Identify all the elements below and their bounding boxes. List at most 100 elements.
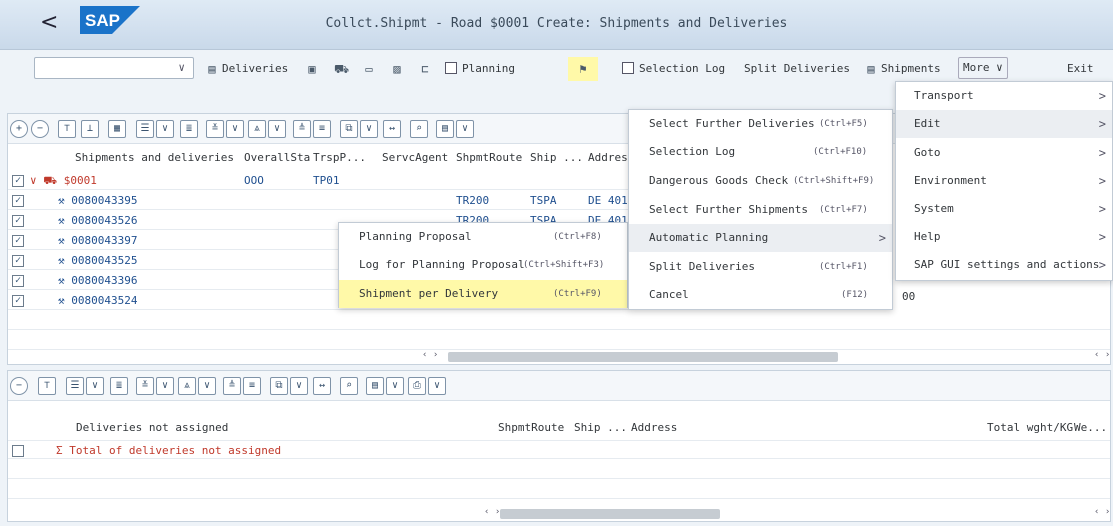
table-row[interactable]: ✓ ∨ ⛟ $0001 OOO TP01 [8, 171, 628, 190]
chevron-down-icon[interactable]: ∨ [290, 377, 308, 395]
command-dropdown[interactable]: ∨ [34, 57, 194, 79]
cancel-item[interactable]: Cancel (F12) [629, 281, 892, 309]
menu-item-goto[interactable]: Goto > [896, 139, 1112, 167]
row-checkbox[interactable]: ✓ [12, 215, 24, 227]
more-button[interactable]: More ∨ [958, 57, 1008, 79]
col-weight-unit[interactable]: We... [1074, 421, 1107, 434]
row-checkbox[interactable]: ✓ [12, 295, 24, 307]
column-width-icon[interactable]: ↔ [313, 377, 331, 395]
planning-checkbox[interactable]: Planning [445, 60, 515, 78]
subtree-icon[interactable]: ⊥ [81, 120, 99, 138]
export-icon[interactable]: ▤ [366, 377, 384, 395]
table-row[interactable]: ✓ ⚒ 0080043395 TR200 TSPA DE 4019 [8, 191, 634, 210]
sort-up-icon[interactable]: ⩓ [248, 120, 266, 138]
collapse-icon[interactable]: − [10, 377, 28, 395]
truck-icon[interactable]: ⛟ [334, 62, 349, 76]
col-deliveries-not-assigned[interactable]: Deliveries not assigned [76, 421, 228, 434]
selection-log-item[interactable]: Selection Log (Ctrl+F10) [629, 138, 892, 166]
col-transport-planning[interactable]: TrspP... [313, 151, 366, 164]
shipment-per-delivery-item[interactable]: Shipment per Delivery (Ctrl+F9) [339, 280, 627, 308]
document-icon[interactable]: ▭ [362, 62, 376, 76]
row-checkbox[interactable]: ✓ [12, 235, 24, 247]
scroll-arrows[interactable]: ‹ › [484, 507, 500, 517]
filter-icon[interactable]: ≡ [313, 120, 331, 138]
scroll-arrows[interactable]: ‹ › [422, 350, 438, 360]
chevron-down-icon[interactable]: ∨ [386, 377, 404, 395]
split-deliveries-item[interactable]: Split Deliveries (Ctrl+F1) [629, 253, 892, 281]
menu-item-help[interactable]: Help > [896, 223, 1112, 251]
row-checkbox[interactable]: ✓ [12, 195, 24, 207]
chevron-down-icon[interactable]: ∨ [156, 120, 174, 138]
deliveries-button[interactable]: Deliveries [222, 60, 288, 78]
hierarchy-icon[interactable]: ⊤ [38, 377, 56, 395]
filter-icon[interactable]: ≡ [243, 377, 261, 395]
menu-item-environment[interactable]: Environment > [896, 167, 1112, 195]
horizontal-scrollbar[interactable] [500, 509, 720, 519]
column-width-icon[interactable]: ↔ [383, 120, 401, 138]
chevron-down-icon[interactable]: ∨ [198, 377, 216, 395]
selection-log-checkbox[interactable]: Selection Log [622, 60, 725, 78]
exit-button[interactable]: Exit [1067, 60, 1094, 78]
col-address[interactable]: Address [631, 421, 677, 434]
dangerous-goods-check-item[interactable]: Dangerous Goods Check (Ctrl+Shift+F9) [629, 167, 892, 195]
details-icon[interactable]: ≣ [110, 377, 128, 395]
layout-icon[interactable]: ▦ [108, 120, 126, 138]
col-shipment-route[interactable]: ShpmtRoute [498, 421, 564, 434]
copy-icon[interactable]: ⧉ [340, 120, 358, 138]
col-ship[interactable]: Ship ... [574, 421, 627, 434]
list-icon[interactable]: ☰ [66, 377, 84, 395]
routing-icon[interactable]: ⊏ [418, 62, 432, 76]
col-total-weight[interactable]: Total wght/KG [987, 421, 1073, 434]
search-icon[interactable]: ⌕ [340, 377, 358, 395]
row-checkbox[interactable]: ✓ [12, 255, 24, 267]
chevron-down-icon[interactable]: ∨ [360, 120, 378, 138]
menu-item-edit[interactable]: Edit > [896, 110, 1112, 138]
split-deliveries-button[interactable]: Split Deliveries [744, 60, 850, 78]
print-icon[interactable]: ⎙ [408, 377, 426, 395]
col-overall-status[interactable]: OverallSta [244, 151, 310, 164]
align-top-icon[interactable]: ≜ [293, 120, 311, 138]
details-icon[interactable]: ≣ [180, 120, 198, 138]
picture-icon[interactable]: ▣ [305, 62, 319, 76]
menu-item-gui-settings[interactable]: SAP GUI settings and actions > [896, 251, 1112, 279]
row-checkbox[interactable] [12, 445, 24, 457]
automatic-planning-item[interactable]: Automatic Planning > [629, 224, 892, 252]
sort-down-icon[interactable]: ≚ [136, 377, 154, 395]
sort-down-icon[interactable]: ≚ [206, 120, 224, 138]
row-checkbox[interactable]: ✓ [12, 175, 24, 187]
chevron-down-icon[interactable]: ∨ [428, 377, 446, 395]
shipments-button[interactable]: Shipments [881, 60, 941, 78]
table-row[interactable]: Σ Total of deliveries not assigned [8, 440, 1110, 459]
planning-proposal-item[interactable]: Planning Proposal (Ctrl+F8) [339, 223, 627, 251]
copy-icon[interactable]: ⧉ [270, 377, 288, 395]
chevron-down-icon[interactable]: ∨ [456, 120, 474, 138]
row-checkbox[interactable]: ✓ [12, 275, 24, 287]
select-further-deliveries-item[interactable]: Select Further Deliveries (Ctrl+F5) [629, 110, 892, 138]
automatic-planning-icon[interactable]: ⚑ [568, 57, 598, 81]
chevron-down-icon[interactable]: ∨ [226, 120, 244, 138]
scroll-arrows[interactable]: ‹ › [1094, 350, 1110, 360]
expand-icon[interactable]: + [10, 120, 28, 138]
col-service-agent[interactable]: ServcAgent [382, 151, 448, 164]
select-further-shipments-item[interactable]: Select Further Shipments (Ctrl+F7) [629, 196, 892, 224]
log-planning-proposal-item[interactable]: Log for Planning Proposal (Ctrl+Shift+F3) [339, 251, 627, 279]
col-address[interactable]: Addres [588, 151, 628, 164]
list-icon[interactable]: ☰ [136, 120, 154, 138]
scroll-arrows[interactable]: ‹ › [1094, 507, 1110, 517]
menu-item-transport[interactable]: Transport > [896, 82, 1112, 110]
col-ship[interactable]: Ship ... [530, 151, 583, 164]
horizontal-scrollbar[interactable] [448, 352, 838, 362]
col-shipments-deliveries[interactable]: Shipments and deliveries [75, 151, 234, 164]
chevron-down-icon[interactable]: ∨ [268, 120, 286, 138]
chevron-down-icon[interactable]: ∨ [86, 377, 104, 395]
collapse-icon[interactable]: − [31, 120, 49, 138]
align-top-icon[interactable]: ≜ [223, 377, 241, 395]
col-shipment-route[interactable]: ShpmtRoute [456, 151, 522, 164]
hierarchy-icon[interactable]: ⊤ [58, 120, 76, 138]
menu-item-system[interactable]: System > [896, 195, 1112, 223]
chevron-down-icon[interactable]: ∨ [156, 377, 174, 395]
search-icon[interactable]: ⌕ [410, 120, 428, 138]
export-icon[interactable]: ▤ [436, 120, 454, 138]
image-icon[interactable]: ▨ [390, 62, 404, 76]
sort-up-icon[interactable]: ⩓ [178, 377, 196, 395]
